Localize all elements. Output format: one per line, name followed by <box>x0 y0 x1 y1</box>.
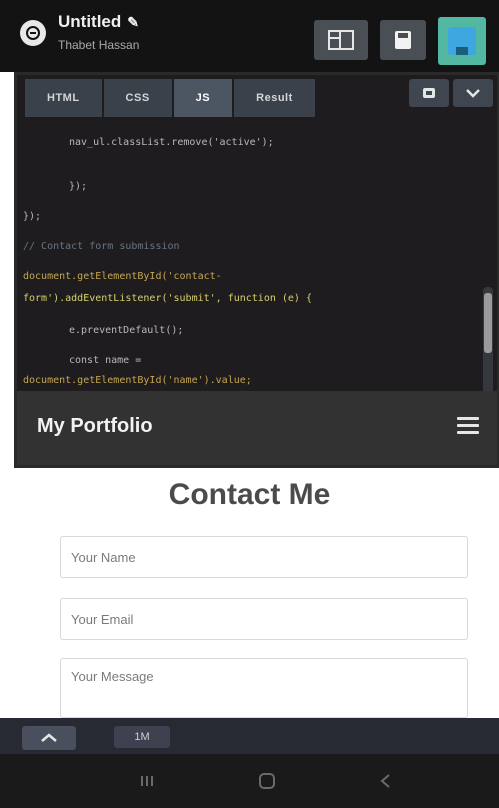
chevron-up-icon <box>41 733 57 742</box>
home-icon <box>259 773 275 789</box>
code-line: const name = <box>69 355 142 366</box>
pencil-icon[interactable]: ✎ <box>127 14 139 31</box>
eye-icon <box>423 88 435 98</box>
editor-tabs: HTML CSS JS Result <box>25 79 317 119</box>
collapse-button[interactable] <box>453 79 493 107</box>
pen-title[interactable]: Untitled <box>58 12 121 32</box>
codepen-logo-icon[interactable] <box>20 20 46 46</box>
editor-scrollbar[interactable] <box>483 287 493 397</box>
code-editor-panel: HTML CSS JS Result nav_ul.classList.remo… <box>14 72 499 468</box>
system-navigation-bar <box>0 754 499 808</box>
code-line: }); <box>23 211 42 222</box>
hamburger-menu-icon[interactable] <box>457 415 479 437</box>
code-line: nav_ul.classList.remove('active'); <box>69 137 274 148</box>
tab-html[interactable]: HTML <box>25 79 102 117</box>
bottom-toolbar: 1M <box>0 718 499 754</box>
tab-result[interactable]: Result <box>234 79 315 117</box>
code-area[interactable]: nav_ul.classList.remove('active'); }); }… <box>23 129 481 389</box>
back-arrow-icon <box>380 774 390 788</box>
contact-heading: Contact Me <box>168 478 331 511</box>
recent-apps-icon <box>141 776 153 786</box>
save-button[interactable] <box>380 20 426 60</box>
tab-js[interactable]: JS <box>173 79 233 117</box>
scroll-up-button[interactable] <box>22 726 76 750</box>
code-line: document.getElementById('contact- <box>23 271 222 282</box>
code-line: }); <box>69 181 88 192</box>
pen-title-area: Untitled ✎ Thabet Hassan <box>58 12 139 52</box>
view-toggle-button[interactable] <box>409 79 449 107</box>
email-field[interactable] <box>60 598 468 640</box>
badge-button[interactable]: 1M <box>114 726 170 748</box>
code-line: form').addEventListener('submit', functi… <box>23 293 312 304</box>
message-field[interactable] <box>60 658 468 718</box>
code-line: e.preventDefault(); <box>69 325 184 336</box>
name-field[interactable] <box>60 536 468 578</box>
home-button[interactable] <box>252 766 282 796</box>
brand-title[interactable]: My Portfolio <box>37 415 153 438</box>
pen-author: Thabet Hassan <box>58 38 140 52</box>
layout-button[interactable] <box>314 20 368 60</box>
top-bar: Untitled ✎ Thabet Hassan <box>0 0 499 72</box>
recent-apps-button[interactable] <box>132 766 162 796</box>
code-comment: // Contact form submission <box>23 241 180 252</box>
tab-css[interactable]: CSS <box>103 79 172 117</box>
back-button[interactable] <box>370 766 400 796</box>
code-line: document.getElementById('name').value; <box>23 375 252 386</box>
avatar[interactable] <box>438 17 486 65</box>
layout-icon <box>328 30 354 50</box>
save-icon <box>395 31 411 49</box>
preview-navbar: My Portfolio <box>17 391 497 465</box>
scrollbar-thumb[interactable] <box>484 293 492 353</box>
chevron-down-icon <box>466 89 480 98</box>
